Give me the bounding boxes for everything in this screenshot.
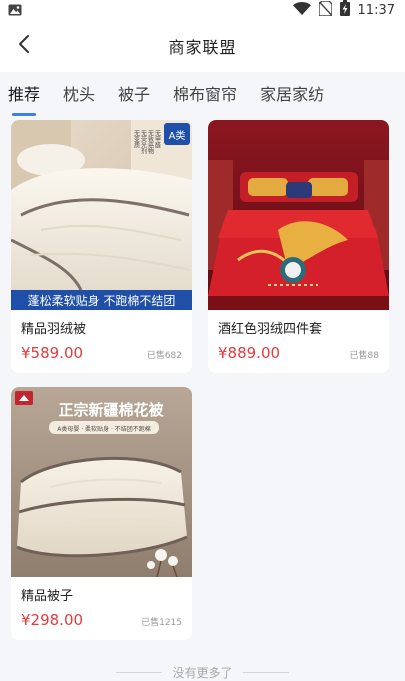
back-button[interactable] xyxy=(10,32,38,60)
product-image-illustration: 蓬松柔软贴身 不跑棉不结团 A类 无甲醛 无致癌物 无荧光剂 无变质 xyxy=(11,120,192,310)
category-tabs: 推荐 枕头 被子 棉布窗帘 家居家纺 xyxy=(0,72,405,118)
price-row: ¥589.00 已售682 xyxy=(21,344,182,362)
page-title: 商家联盟 xyxy=(168,38,237,57)
image-tag: A类 xyxy=(169,129,186,142)
price-row: ¥889.00 已售88 xyxy=(218,344,379,362)
tab-pillows[interactable]: 枕头 xyxy=(63,72,95,118)
price-row: ¥298.00 已售1215 xyxy=(21,611,182,629)
sold-count: 已售1215 xyxy=(141,618,182,628)
sold-count: 已售682 xyxy=(146,351,182,361)
product-card[interactable]: 蓬松柔软贴身 不跑棉不结团 A类 无甲醛 无致癌物 无荧光剂 无变质 精品羽绒被… xyxy=(11,120,192,373)
no-more-text: 没有更多了 xyxy=(172,666,233,680)
tab-curtains[interactable]: 棉布窗帘 xyxy=(173,72,237,118)
image-side-text: 无甲醛 xyxy=(154,130,161,149)
image-side-text: 无致癌物 xyxy=(147,130,154,155)
product-info: 酒红色羽绒四件套 ¥889.00 已售88 xyxy=(208,310,389,362)
product-image-red-bedding-set xyxy=(208,120,389,310)
chevron-left-icon xyxy=(18,34,30,58)
product-image-cotton-quilt: 正宗新疆棉花被 A类母婴 · 柔软贴身 · 不结团不跑棉 xyxy=(11,387,192,577)
status-bar: 11:37 xyxy=(0,0,405,20)
nav-bar: 商家联盟 xyxy=(0,20,405,72)
product-image-illustration xyxy=(208,120,389,310)
sold-count: 已售88 xyxy=(349,351,379,361)
product-card[interactable]: 酒红色羽绒四件套 ¥889.00 已售88 xyxy=(208,120,389,373)
product-price: ¥889.00 xyxy=(218,344,281,362)
product-image-down-quilt: 蓬松柔软贴身 不跑棉不结团 A类 无甲醛 无致癌物 无荧光剂 无变质 xyxy=(11,120,192,310)
product-info: 精品被子 ¥298.00 已售1215 xyxy=(11,577,192,629)
status-left xyxy=(8,1,22,20)
product-info: 精品羽绒被 ¥589.00 已售682 xyxy=(11,310,192,362)
product-price: ¥298.00 xyxy=(21,611,84,629)
image-side-text: 无变质 xyxy=(133,130,140,149)
image-subheading: A类母婴 · 柔软贴身 · 不结团不跑棉 xyxy=(57,425,151,433)
tab-home-textiles[interactable]: 家居家纺 xyxy=(260,72,324,118)
product-title: 精品被子 xyxy=(21,589,74,604)
wifi-icon xyxy=(292,1,311,19)
product-price: ¥589.00 xyxy=(21,344,84,362)
status-right: 11:37 xyxy=(292,0,395,20)
product-image-illustration: 正宗新疆棉花被 A类母婴 · 柔软贴身 · 不结团不跑棉 xyxy=(11,387,192,577)
image-heading: 正宗新疆棉花被 xyxy=(58,401,164,419)
divider xyxy=(116,672,163,673)
gallery-icon xyxy=(8,1,22,20)
no-sim-icon xyxy=(317,0,333,20)
product-grid: 蓬松柔软贴身 不跑棉不结团 A类 无甲醛 无致癌物 无荧光剂 无变质 精品羽绒被… xyxy=(11,120,390,640)
tab-quilts[interactable]: 被子 xyxy=(118,72,150,118)
tab-recommended[interactable]: 推荐 xyxy=(8,72,40,118)
product-title: 精品羽绒被 xyxy=(21,322,87,337)
image-side-text: 无荧光剂 xyxy=(140,130,147,155)
divider xyxy=(242,672,289,673)
end-of-list: 没有更多了 xyxy=(0,664,405,681)
status-time: 11:37 xyxy=(357,2,395,18)
product-title: 酒红色羽绒四件套 xyxy=(218,322,323,337)
battery-charging-icon xyxy=(339,0,350,20)
image-caption: 蓬松柔软贴身 不跑棉不结团 xyxy=(28,293,176,308)
product-card[interactable]: 正宗新疆棉花被 A类母婴 · 柔软贴身 · 不结团不跑棉 精品被子 ¥298.0… xyxy=(11,387,192,640)
